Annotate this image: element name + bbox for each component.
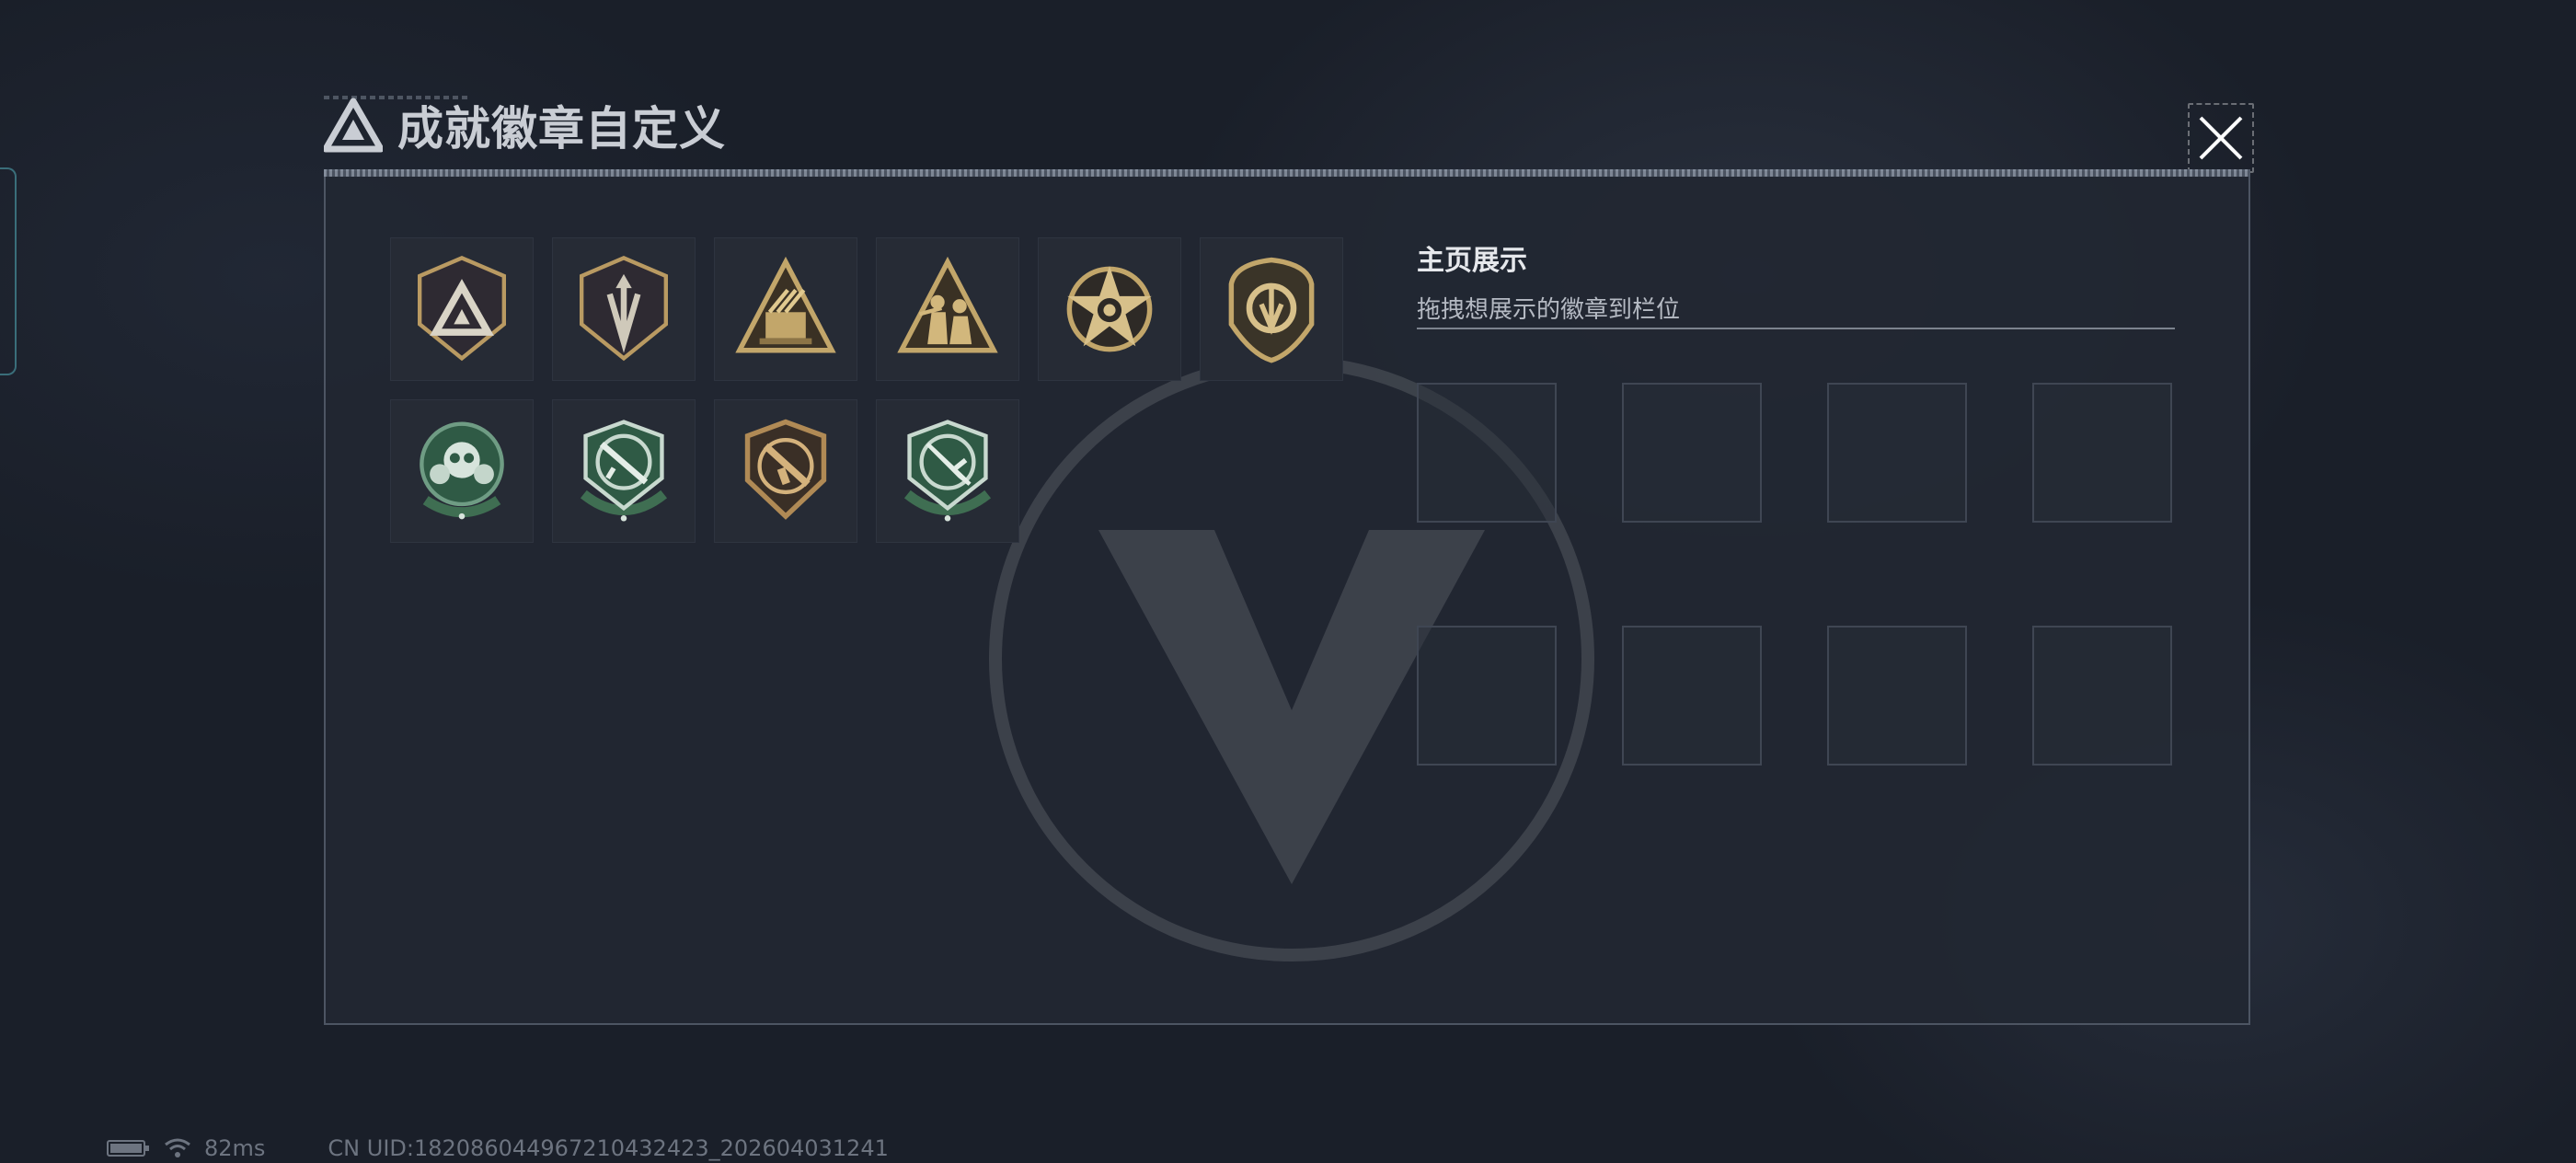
display-slot-6[interactable] bbox=[1622, 626, 1762, 766]
side-bracket-decoration bbox=[0, 167, 17, 375]
display-slots-grid bbox=[1417, 383, 2172, 766]
rocket-triangle-badge-icon bbox=[735, 256, 836, 353]
panel-top-border bbox=[324, 169, 2250, 177]
divider bbox=[1417, 328, 2175, 329]
badge-slot[interactable] bbox=[1038, 237, 1181, 381]
display-slot-7[interactable] bbox=[1827, 626, 1967, 766]
display-subtitle: 拖拽想展示的徽章到栏位 bbox=[1417, 296, 1681, 324]
green-skull-badge-icon bbox=[420, 421, 504, 520]
badge-slot[interactable] bbox=[552, 237, 696, 381]
bronze-gun-badge-icon bbox=[744, 419, 827, 520]
badge-slot[interactable] bbox=[876, 399, 1019, 543]
display-slot-8[interactable] bbox=[2032, 626, 2172, 766]
wifi-icon bbox=[165, 1138, 190, 1157]
close-icon bbox=[2199, 116, 2243, 160]
ping-value: 82ms bbox=[204, 1135, 266, 1161]
badge-slot[interactable] bbox=[390, 237, 534, 381]
star-emblem-badge-icon bbox=[1066, 266, 1153, 352]
badge-slot[interactable] bbox=[390, 399, 534, 543]
owned-badges-grid bbox=[390, 237, 1343, 543]
display-slot-1[interactable] bbox=[1417, 383, 1557, 523]
badge-slot[interactable] bbox=[1200, 237, 1343, 381]
battery-icon bbox=[107, 1140, 149, 1157]
badge-slot[interactable] bbox=[876, 237, 1019, 381]
display-slot-5[interactable] bbox=[1417, 626, 1557, 766]
round-shield-badge-icon bbox=[1228, 257, 1315, 363]
triangle-shield-badge-icon bbox=[418, 255, 506, 362]
display-slot-2[interactable] bbox=[1622, 383, 1762, 523]
window-header: 成就徽章自定义 bbox=[324, 92, 726, 158]
triangle-logo-icon bbox=[324, 98, 383, 153]
display-slot-4[interactable] bbox=[2032, 383, 2172, 523]
soldiers-triangle-badge-icon bbox=[897, 256, 998, 353]
badge-slot[interactable] bbox=[714, 237, 857, 381]
display-slot-3[interactable] bbox=[1827, 383, 1967, 523]
badge-slot[interactable] bbox=[714, 399, 857, 543]
close-button[interactable] bbox=[2188, 103, 2254, 173]
green-rifle-badge-icon bbox=[580, 420, 668, 522]
page-title: 成就徽章自定义 bbox=[397, 102, 726, 155]
user-uid: CN UID:182086044967210432423_20260403124… bbox=[328, 1135, 889, 1161]
arrow-shield-badge-icon bbox=[580, 255, 668, 362]
green-knife-badge-icon bbox=[903, 420, 992, 522]
homepage-display-section: 主页展示 拖拽想展示的徽章到栏位 bbox=[1417, 237, 2175, 325]
display-title: 主页展示 bbox=[1417, 245, 1527, 277]
badge-slot[interactable] bbox=[552, 399, 696, 543]
status-footer: 82ms CN UID:182086044967210432423_202604… bbox=[107, 1135, 889, 1161]
